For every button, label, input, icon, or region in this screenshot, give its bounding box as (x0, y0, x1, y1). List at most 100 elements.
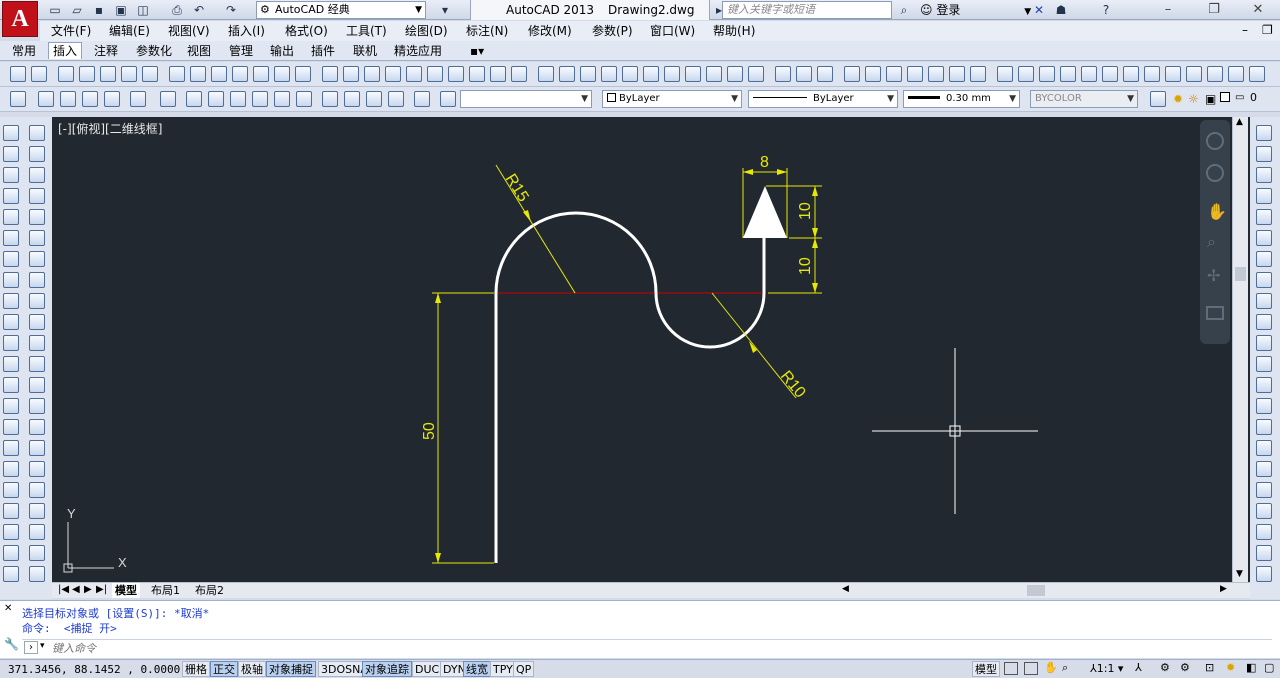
print-icon[interactable]: ⎙ (168, 2, 186, 18)
hook-profile[interactable] (494, 211, 766, 563)
doc-minimize-icon[interactable]: – (1242, 23, 1248, 37)
toolbar-tool-icon[interactable] (232, 66, 248, 82)
toolbar-tool-icon[interactable] (1039, 66, 1055, 82)
first-layout-icon[interactable]: |◀ (58, 584, 69, 595)
toolbar-tool-icon[interactable] (1123, 66, 1139, 82)
toolbar-tool-icon[interactable] (230, 91, 246, 107)
side-tool-icon[interactable] (3, 272, 19, 288)
doc-restore-icon[interactable]: ❐ (1262, 23, 1273, 37)
toolbar-tool-icon[interactable] (1144, 66, 1160, 82)
modify-tool-icon[interactable] (1256, 146, 1272, 162)
side-tool-icon[interactable] (29, 167, 45, 183)
plot-preview-icon[interactable]: ◫ (134, 2, 152, 18)
side-tool-icon[interactable] (29, 398, 45, 414)
customize-qat-icon[interactable]: ▾ (436, 2, 454, 18)
toolbar-tool-icon[interactable] (997, 66, 1013, 82)
menu-parametric[interactable]: 参数(P) (592, 23, 633, 39)
side-tool-icon[interactable] (3, 524, 19, 540)
workspace-switch-icon[interactable]: ⚙ (1180, 661, 1190, 674)
side-tool-icon[interactable] (3, 377, 19, 393)
side-tool-icon[interactable] (29, 356, 45, 372)
status-toggle[interactable]: 对象捕捉 (266, 661, 316, 677)
toolbar-tool-icon[interactable] (388, 91, 404, 107)
steering-wheel-icon[interactable] (1206, 132, 1224, 150)
lock-icon[interactable]: ▣ (1205, 92, 1216, 106)
new-file-icon[interactable]: ▭ (46, 2, 64, 18)
sun-icon[interactable]: ☼ (1188, 92, 1199, 106)
modify-tool-icon[interactable] (1256, 335, 1272, 351)
scroll-down-icon[interactable]: ▼ (1236, 569, 1243, 579)
visual-style-dropdown[interactable]: ▼ (460, 90, 592, 108)
restore-button[interactable]: ❐ (1192, 0, 1236, 20)
modify-tool-icon[interactable] (1256, 314, 1272, 330)
undo-icon[interactable]: ↶ (190, 2, 208, 18)
arrowhead-shape[interactable] (743, 186, 787, 238)
prompt-icon[interactable]: › (24, 641, 38, 654)
toolbar-tool-icon[interactable] (796, 66, 812, 82)
tab-annotate[interactable]: 注释 (90, 43, 122, 59)
lineweight-dropdown[interactable]: 0.30 mm ▼ (903, 90, 1020, 108)
side-tool-icon[interactable] (3, 125, 19, 141)
tab-layout1[interactable]: 布局1 (148, 583, 183, 598)
menu-dimension[interactable]: 标注(N) (466, 23, 508, 39)
side-tool-icon[interactable] (3, 545, 19, 561)
menu-edit[interactable]: 编辑(E) (109, 23, 150, 39)
toolbar-tool-icon[interactable] (1249, 66, 1265, 82)
toolbar-tool-icon[interactable] (322, 66, 338, 82)
showmotion-icon[interactable] (1206, 306, 1224, 320)
toolbar-tool-icon[interactable] (104, 91, 120, 107)
toolbar-tool-icon[interactable] (1018, 66, 1034, 82)
menu-draw[interactable]: 绘图(D) (405, 23, 448, 39)
menu-window[interactable]: 窗口(W) (650, 23, 695, 39)
toolbar-tool-icon[interactable] (440, 91, 456, 107)
status-toggle[interactable]: 栅格 (182, 661, 210, 677)
application-menu-button[interactable]: A (2, 1, 38, 37)
chevron-down-icon[interactable]: ▾ (40, 641, 45, 651)
side-tool-icon[interactable] (3, 314, 19, 330)
toolbar-tool-icon[interactable] (490, 66, 506, 82)
side-tool-icon[interactable] (3, 398, 19, 414)
toolbar-tool-icon[interactable] (406, 66, 422, 82)
status-toggle[interactable]: 极轴 (238, 661, 266, 677)
tab-output[interactable]: 输出 (266, 43, 298, 59)
side-tool-icon[interactable] (29, 293, 45, 309)
modify-tool-icon[interactable] (1256, 440, 1272, 456)
next-layout-icon[interactable]: ▶ (84, 584, 92, 595)
modify-tool-icon[interactable] (1256, 377, 1272, 393)
tab-manage[interactable]: 管理 (225, 43, 257, 59)
side-tool-icon[interactable] (3, 356, 19, 372)
redo-icon[interactable]: ↷ (222, 2, 240, 18)
toolbar-tool-icon[interactable] (1207, 66, 1223, 82)
side-tool-icon[interactable] (3, 482, 19, 498)
annotation-visibility-icon[interactable]: ⅄ (1135, 661, 1142, 674)
status-toggle[interactable]: TPY (490, 661, 516, 677)
side-tool-icon[interactable] (29, 251, 45, 267)
toolbar-tool-icon[interactable] (817, 66, 833, 82)
modify-tool-icon[interactable] (1256, 398, 1272, 414)
toolbar-tool-icon[interactable] (169, 66, 185, 82)
toolbar-tool-icon[interactable] (414, 91, 430, 107)
linetype-dropdown[interactable]: ByLayer ▼ (748, 90, 898, 108)
side-tool-icon[interactable] (3, 335, 19, 351)
side-tool-icon[interactable] (3, 503, 19, 519)
side-tool-icon[interactable] (29, 461, 45, 477)
toolbar-tool-icon[interactable] (1060, 66, 1076, 82)
zoom-icon[interactable]: ⌕ (1062, 661, 1068, 675)
help-icon[interactable]: ? (1097, 2, 1115, 18)
modify-tool-icon[interactable] (1256, 566, 1272, 582)
side-tool-icon[interactable] (29, 419, 45, 435)
drawing-canvas[interactable]: [-][俯视][二维线框] R15 R10 8 10 10 50 Y X ✋ ⌕… (52, 117, 1250, 582)
clean-screen-icon[interactable]: ▢ (1264, 661, 1274, 674)
layer-flag-icon[interactable]: ▭ (1235, 92, 1244, 103)
modify-tool-icon[interactable] (1256, 125, 1272, 141)
toolbar-tool-icon[interactable] (186, 91, 202, 107)
modify-tool-icon[interactable] (1256, 209, 1272, 225)
side-tool-icon[interactable] (3, 209, 19, 225)
side-tool-icon[interactable] (3, 188, 19, 204)
toolbar-tool-icon[interactable] (160, 91, 176, 107)
status-toggle[interactable]: 线宽 (463, 661, 491, 677)
binoculars-icon[interactable]: ⌕ (895, 2, 913, 18)
toolbar-tool-icon[interactable] (559, 66, 575, 82)
toolbar-tool-icon[interactable] (190, 66, 206, 82)
side-tool-icon[interactable] (29, 335, 45, 351)
